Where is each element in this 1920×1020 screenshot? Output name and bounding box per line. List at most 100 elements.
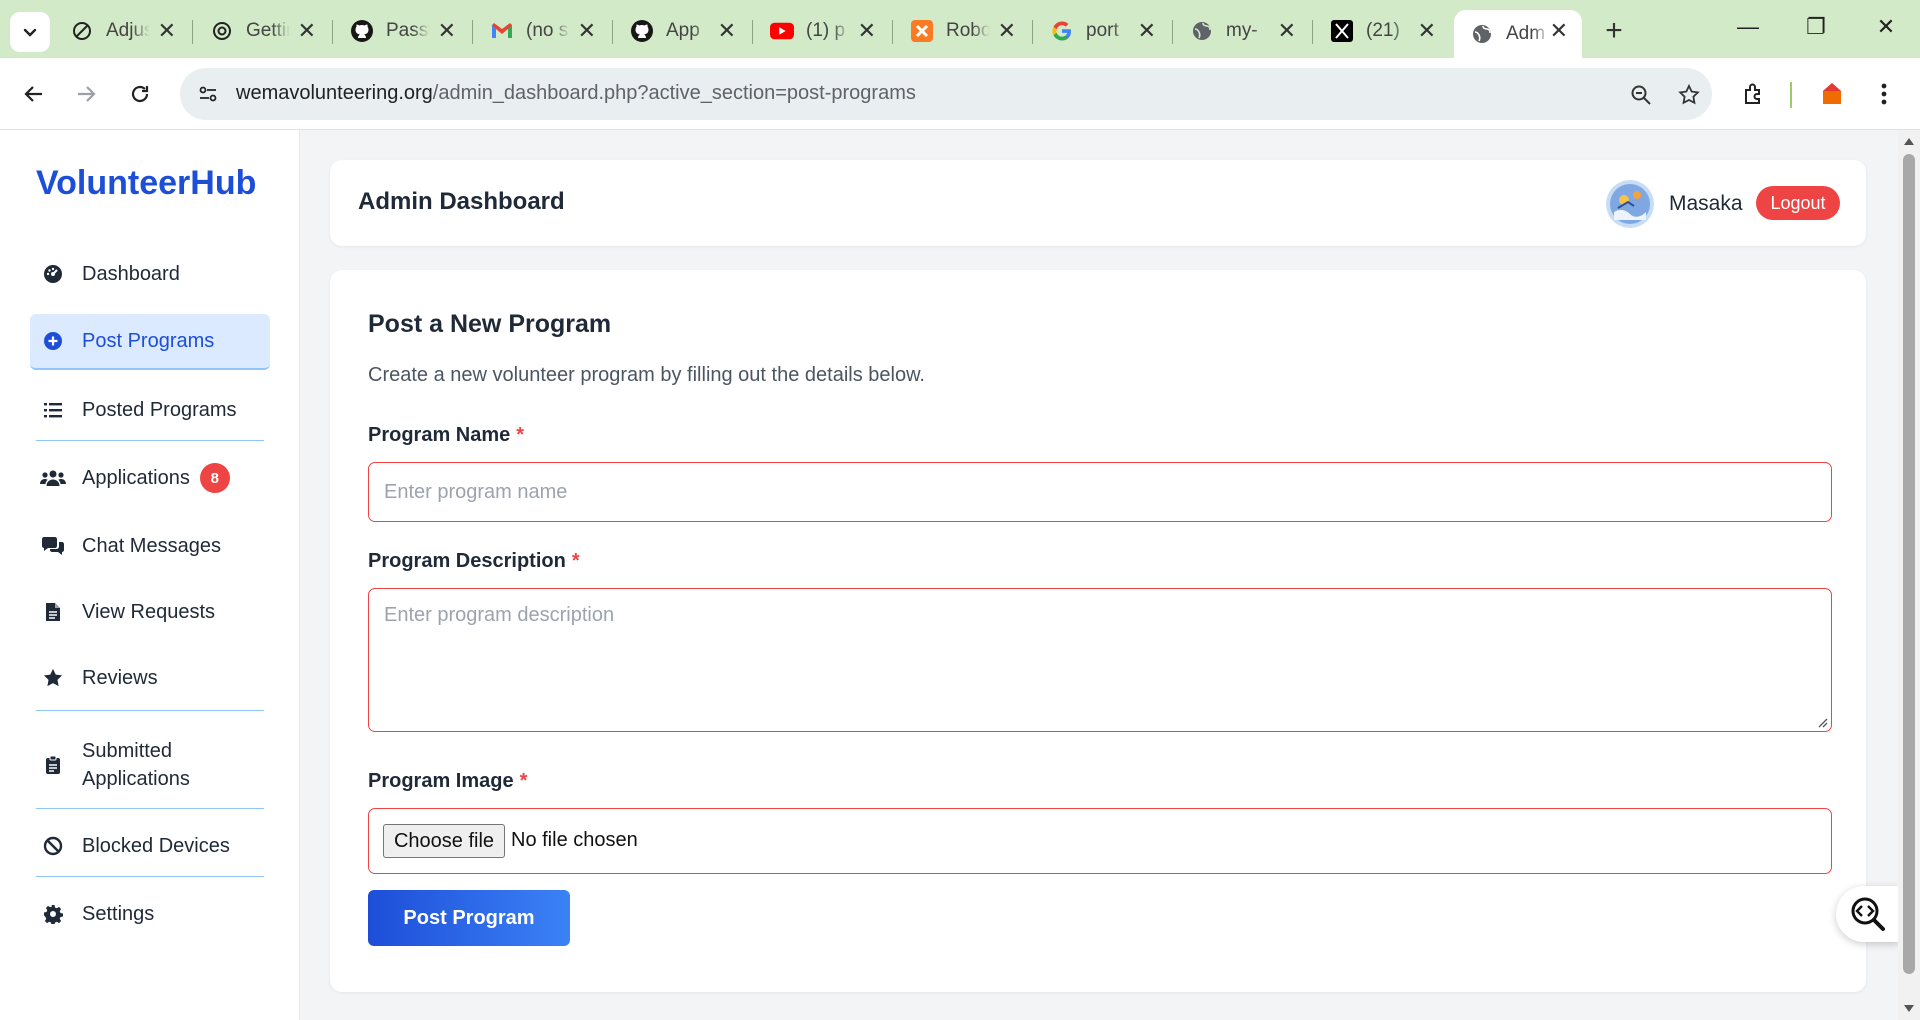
- close-icon[interactable]: ✕: [1550, 19, 1568, 43]
- dashboard-icon: [40, 264, 66, 284]
- address-bar[interactable]: wemavolunteering.org/admin_dashboard.php…: [180, 68, 1712, 120]
- sidebar-item-reviews[interactable]: Reviews: [30, 650, 270, 706]
- browser-tab[interactable]: Password ✕: [334, 10, 470, 52]
- logout-button[interactable]: Logout: [1756, 186, 1840, 220]
- file-icon: [40, 602, 66, 622]
- post-program-form: Post a New Program Create a new voluntee…: [330, 270, 1866, 992]
- code-search-icon: [1851, 897, 1885, 931]
- close-icon[interactable]: ✕: [298, 19, 316, 43]
- close-icon[interactable]: ✕: [1138, 19, 1156, 43]
- sidebar-item-view-requests[interactable]: View Requests: [30, 584, 270, 640]
- avatar[interactable]: [1606, 180, 1654, 228]
- browser-tab[interactable]: App ✕: [614, 10, 750, 52]
- close-icon[interactable]: ✕: [718, 19, 736, 43]
- close-icon[interactable]: ✕: [1278, 19, 1296, 43]
- arrow-right-icon: [78, 86, 96, 102]
- chat-icon: [40, 536, 66, 556]
- browser-tab[interactable]: Robot ✕: [894, 10, 1030, 52]
- dashboard-header: Admin Dashboard Masaka Logout: [330, 160, 1866, 246]
- sidebar-divider: [36, 876, 264, 877]
- browser-toolbar: wemavolunteering.org/admin_dashboard.php…: [0, 58, 1920, 130]
- scrollbar-thumb[interactable]: [1903, 154, 1915, 974]
- program-description-label: Program Description *: [368, 550, 580, 572]
- program-description-input[interactable]: [368, 588, 1832, 732]
- extensions-icon[interactable]: [1734, 74, 1774, 114]
- username: Masaka: [1669, 192, 1743, 215]
- page-title: Admin Dashboard: [358, 188, 565, 215]
- youtube-icon: [770, 19, 794, 43]
- arrow-left-icon: [24, 86, 42, 102]
- globe-icon: [1470, 22, 1494, 46]
- browser-tab[interactable]: (no subject) ✕: [474, 10, 610, 52]
- browser-tab-active[interactable]: Adm ✕: [1454, 10, 1582, 58]
- close-icon[interactable]: ✕: [858, 19, 876, 43]
- sidebar: VolunteerHub Dashboard Post Programs Pos…: [0, 130, 300, 1020]
- sidebar-item-settings[interactable]: Settings: [30, 886, 270, 942]
- form-subtitle: Create a new volunteer program by fillin…: [368, 364, 925, 386]
- close-icon[interactable]: ✕: [158, 19, 176, 43]
- chevron-down-icon: [23, 28, 37, 37]
- window-close-button[interactable]: ✕: [1866, 14, 1906, 40]
- resize-handle-icon[interactable]: [1816, 716, 1828, 728]
- adjust-icon: [70, 19, 94, 43]
- browser-tab[interactable]: Getting started ✕: [194, 10, 330, 52]
- menu-kebab-icon[interactable]: [1864, 74, 1904, 114]
- x-icon: [1330, 19, 1354, 43]
- plus-circle-icon: [40, 331, 66, 351]
- browser-tab[interactable]: port ✕: [1034, 10, 1170, 52]
- github-icon: [630, 19, 654, 43]
- program-name-input[interactable]: [368, 462, 1832, 522]
- close-icon[interactable]: ✕: [438, 19, 456, 43]
- sidebar-item-dashboard[interactable]: Dashboard: [30, 258, 270, 290]
- sidebar-item-posted-programs[interactable]: Posted Programs: [30, 382, 270, 438]
- sidebar-divider: [36, 808, 264, 809]
- site-settings-icon[interactable]: [194, 80, 222, 108]
- new-tab-button[interactable]: +: [1596, 14, 1632, 50]
- browser-tab[interactable]: Adjust ✕: [54, 10, 190, 52]
- sidebar-item-applications[interactable]: Applications 8: [30, 450, 270, 506]
- sidebar-item-submitted-applications[interactable]: Submitted Applications: [30, 724, 270, 806]
- sidebar-divider: [36, 440, 264, 441]
- program-description-wrapper: [368, 588, 1832, 732]
- back-button[interactable]: [14, 74, 54, 114]
- program-image-input[interactable]: Choose file No file chosen: [368, 808, 1832, 874]
- zoom-icon[interactable]: [1626, 80, 1656, 110]
- browser-tab[interactable]: my- ✕: [1174, 10, 1310, 52]
- github-icon: [350, 19, 374, 43]
- file-status-text: No file chosen: [511, 829, 638, 851]
- minimize-button[interactable]: —: [1728, 14, 1768, 40]
- star-icon: [40, 667, 66, 689]
- restore-button[interactable]: ❐: [1796, 14, 1836, 40]
- program-name-label: Program Name *: [368, 424, 525, 446]
- reload-button[interactable]: [120, 74, 160, 114]
- gmail-icon: [490, 19, 514, 43]
- brand-logo[interactable]: VolunteerHub: [36, 164, 256, 203]
- close-icon[interactable]: ✕: [1418, 19, 1436, 43]
- xampp-icon: [910, 19, 934, 43]
- close-icon[interactable]: ✕: [578, 19, 596, 43]
- tab-search-button[interactable]: [10, 12, 50, 52]
- floating-inspect-button[interactable]: [1836, 886, 1900, 942]
- gear-icon: [40, 904, 66, 924]
- reload-icon: [131, 85, 149, 103]
- scroll-up-icon[interactable]: [1903, 136, 1915, 146]
- form-title: Post a New Program: [368, 310, 612, 338]
- sidebar-item-post-programs[interactable]: Post Programs: [30, 314, 270, 370]
- bookmark-star-icon[interactable]: [1674, 80, 1704, 110]
- globe-icon: [1190, 19, 1214, 43]
- post-program-button[interactable]: Post Program: [368, 890, 570, 946]
- forward-button[interactable]: [66, 74, 106, 114]
- page-scrollbar[interactable]: [1898, 130, 1920, 1020]
- profile-extension-icon[interactable]: [1812, 74, 1852, 114]
- openai-icon: [210, 19, 234, 43]
- url-text: wemavolunteering.org/admin_dashboard.php…: [236, 82, 916, 104]
- clipboard-icon: [40, 755, 66, 775]
- users-icon: [40, 468, 66, 488]
- sidebar-item-blocked-devices[interactable]: Blocked Devices: [30, 818, 270, 874]
- scroll-down-icon[interactable]: [1903, 1004, 1915, 1014]
- browser-tab[interactable]: (1) p ✕: [754, 10, 890, 52]
- close-icon[interactable]: ✕: [998, 19, 1016, 43]
- sidebar-item-chat-messages[interactable]: Chat Messages: [30, 518, 270, 574]
- choose-file-button[interactable]: Choose file: [383, 824, 505, 858]
- browser-tab[interactable]: (21) ✕: [1314, 10, 1450, 52]
